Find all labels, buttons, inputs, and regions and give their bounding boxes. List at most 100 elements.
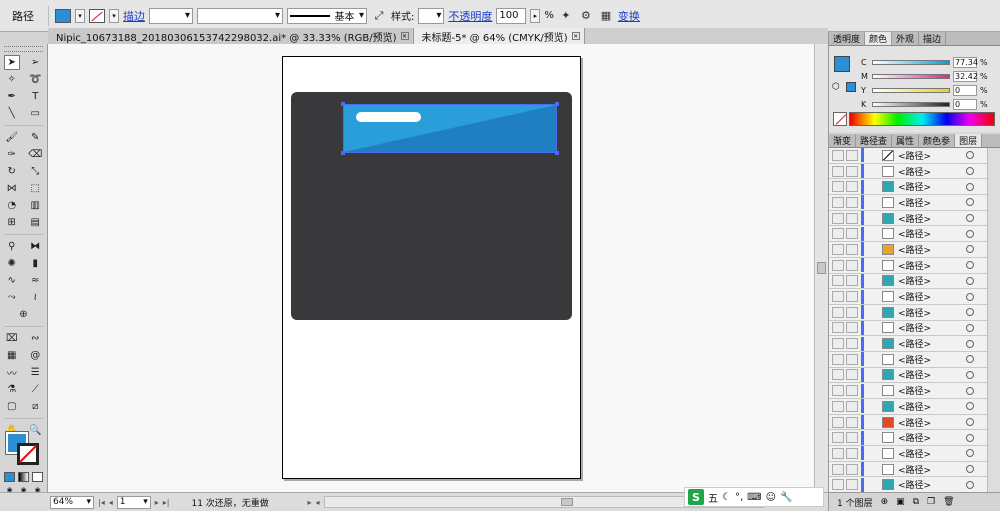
layer-name[interactable]: <路径> (898, 447, 956, 460)
layer-name[interactable]: <路径> (898, 321, 956, 334)
lock-toggle[interactable] (846, 275, 858, 287)
layer-row[interactable]: <路径> (829, 399, 987, 415)
user-icon[interactable]: ☺ (766, 492, 776, 503)
visibility-toggle[interactable] (832, 400, 844, 412)
direct-selection-tool[interactable]: ➢ (27, 55, 43, 70)
stroke-link[interactable]: 描边 (123, 8, 145, 24)
rotate-tool[interactable]: ↻ (4, 164, 20, 179)
clipping-mask-icon[interactable]: ▣ (896, 497, 905, 507)
perspective-grid-tool[interactable]: ▥ (27, 198, 43, 213)
target-circle-icon[interactable] (966, 480, 974, 489)
lock-toggle[interactable] (846, 463, 858, 475)
lock-toggle[interactable] (846, 400, 858, 412)
mesh-tool[interactable]: ⊞ (4, 215, 20, 230)
punctuation-icon[interactable]: °, (735, 492, 743, 503)
layer-row[interactable]: <路径> (829, 304, 987, 321)
visibility-toggle[interactable] (832, 432, 844, 444)
doc-tab-1[interactable]: Nipic_10673188_20180306153742298032.ai* … (48, 28, 414, 44)
anchor-point[interactable] (555, 151, 559, 155)
layer-row[interactable]: <路径> (829, 289, 987, 305)
target-circle-icon[interactable] (966, 276, 974, 285)
envelope-tool[interactable]: ⌧ (4, 331, 20, 346)
layer-row[interactable]: <路径> (829, 351, 987, 368)
warp-tool[interactable]: ∾ (27, 331, 43, 346)
layer-name[interactable]: <路径> (898, 259, 956, 272)
stroke-weight-select[interactable]: ▾ (149, 7, 193, 24)
lock-toggle[interactable] (846, 369, 858, 381)
symbol-sprayer-tool[interactable]: ✺ (4, 256, 20, 271)
blob-brush-tool[interactable]: ✑ (4, 147, 20, 162)
pen-tool[interactable]: ✒ (4, 89, 20, 104)
lock-toggle[interactable] (846, 181, 858, 193)
lock-toggle[interactable] (846, 479, 858, 491)
moon-icon[interactable]: ☾ (722, 492, 731, 503)
join-tool[interactable]: ⤳ (4, 290, 20, 305)
fill-swatch[interactable] (55, 8, 71, 23)
layers-scrollbar[interactable] (987, 148, 1000, 492)
target-circle-icon[interactable] (966, 229, 974, 238)
layer-name[interactable]: <路径> (898, 400, 956, 413)
color-spectrum[interactable] (849, 112, 995, 126)
layer-name[interactable]: <路径> (898, 384, 956, 397)
transform-link[interactable]: 变换 (618, 8, 640, 24)
visibility-toggle[interactable] (832, 212, 844, 224)
tab-color-guide[interactable]: 颜色参 (919, 134, 956, 147)
wrench-icon[interactable]: 🔧 (780, 492, 792, 503)
visibility-toggle[interactable] (832, 149, 844, 161)
vertical-scrollbar[interactable] (814, 44, 828, 492)
lock-toggle[interactable] (846, 259, 858, 271)
new-sublayer-icon[interactable]: ⧉ (913, 497, 919, 507)
rectangle-tool[interactable]: ▭ (27, 106, 43, 121)
layer-name[interactable]: <路径> (898, 463, 956, 476)
lock-toggle[interactable] (846, 243, 858, 255)
slice-tool[interactable]: ⧄ (27, 399, 43, 414)
visibility-toggle[interactable] (832, 369, 844, 381)
align-tool[interactable]: ☰ (27, 365, 43, 380)
tab-attributes[interactable]: 属性 (892, 134, 920, 147)
layer-row[interactable]: <路径> (829, 179, 987, 196)
visibility-toggle[interactable] (832, 228, 844, 240)
column-graph-tool[interactable]: ▮ (27, 256, 43, 271)
wrinkle-tool[interactable]: 〰 (4, 365, 20, 380)
first-artboard-icon[interactable]: |◂ (98, 498, 105, 507)
visibility-toggle[interactable] (832, 385, 844, 397)
visibility-toggle[interactable] (832, 322, 844, 334)
knife-tool[interactable]: ⟋ (27, 382, 43, 397)
blue-banner-shape[interactable] (343, 104, 557, 153)
smooth-tool[interactable]: ≈ (27, 273, 43, 288)
channel-value-input[interactable]: 0 (953, 98, 977, 110)
none-mode-button[interactable] (32, 472, 43, 482)
canvas-area[interactable] (48, 44, 828, 492)
pencil-tool[interactable]: ✎ (27, 130, 43, 145)
lock-toggle[interactable] (846, 432, 858, 444)
tab-layers[interactable]: 图层 (955, 134, 983, 147)
lock-toggle[interactable] (846, 196, 858, 208)
anchor-point[interactable] (341, 102, 345, 106)
paintbrush-tool[interactable]: 🖌 (4, 130, 20, 145)
lock-toggle[interactable] (846, 338, 858, 350)
align-grid-icon[interactable]: ▦ (598, 8, 614, 24)
visibility-toggle[interactable] (832, 181, 844, 193)
eyedropper-tool[interactable]: ⚲ (4, 239, 20, 254)
eyedropper-alt-tool[interactable]: ⚗ (4, 382, 20, 397)
status-menu-icon[interactable]: ▸ (307, 498, 311, 507)
dark-card-shape[interactable] (291, 92, 572, 320)
recolor-artwork-icon[interactable]: ✦ (558, 8, 574, 24)
eraser-tool[interactable]: ⌫ (27, 147, 43, 162)
target-circle-icon[interactable] (966, 198, 974, 207)
opacity-input[interactable]: 100 (496, 7, 527, 24)
ime-mode[interactable]: 五 (708, 490, 718, 505)
color-mode-button[interactable] (4, 472, 15, 482)
tab-transparency[interactable]: 透明度 (829, 32, 866, 45)
target-circle-icon[interactable] (966, 292, 974, 301)
next-artboard-icon[interactable]: ▸ (155, 498, 159, 507)
layer-name[interactable]: <路径> (898, 227, 956, 240)
white-pill-shape[interactable] (356, 112, 421, 122)
layer-name[interactable]: <路径> (898, 478, 956, 491)
layer-row[interactable]: <路径> (829, 163, 987, 180)
blend-tool[interactable]: ⧓ (27, 239, 43, 254)
layer-name[interactable]: <路径> (898, 337, 956, 350)
layer-row[interactable]: <路径> (829, 210, 987, 227)
magic-wand-tool[interactable]: ✧ (4, 72, 20, 87)
lock-toggle[interactable] (846, 165, 858, 177)
